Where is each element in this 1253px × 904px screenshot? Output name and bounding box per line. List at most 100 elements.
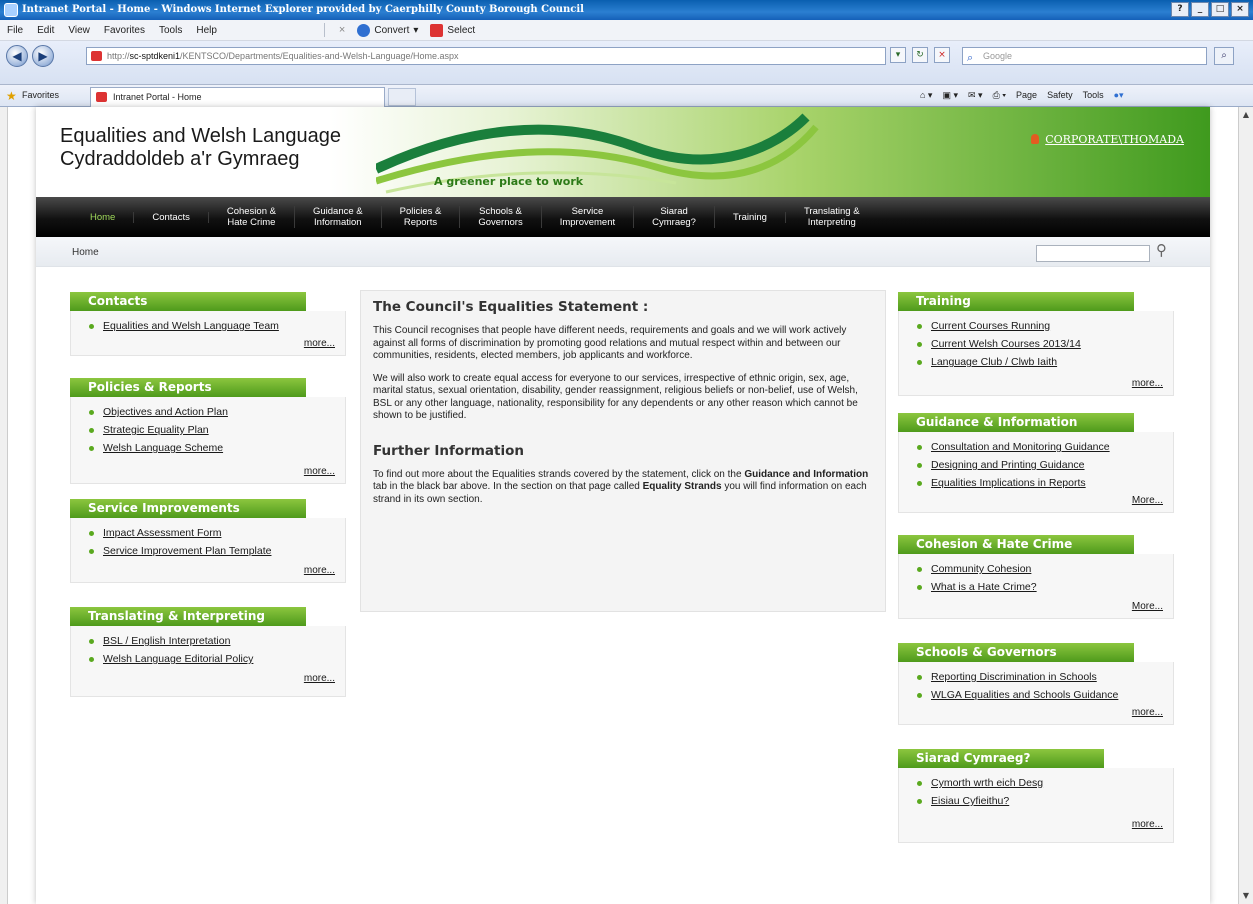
command-safety[interactable]: Safety bbox=[1047, 90, 1073, 101]
link[interactable]: Community Cohesion bbox=[931, 563, 1031, 575]
nav-policies-reports[interactable]: Policies & Reports bbox=[382, 206, 461, 228]
menu-favorites[interactable]: Favorites bbox=[97, 25, 152, 36]
nav-training[interactable]: Training bbox=[715, 211, 786, 223]
scroll-up-icon[interactable]: ▲ bbox=[1241, 110, 1251, 120]
link[interactable]: Objectives and Action Plan bbox=[103, 406, 228, 418]
more-link[interactable]: more... bbox=[89, 466, 335, 477]
refresh-icon[interactable]: ↻ bbox=[912, 47, 928, 63]
home-icon[interactable]: ⌂ ▾ bbox=[920, 90, 932, 101]
list-item[interactable]: Reporting Discrimination in Schools bbox=[917, 671, 1163, 683]
search-input[interactable]: ⌕ Google bbox=[962, 47, 1207, 65]
search-icon[interactable]: ⚲ bbox=[1156, 241, 1167, 259]
convert-button[interactable]: Convert ▾ bbox=[351, 23, 424, 37]
menu-help[interactable]: Help bbox=[189, 25, 224, 36]
list-item[interactable]: Current Welsh Courses 2013/14 bbox=[917, 338, 1163, 350]
menu-edit[interactable]: Edit bbox=[30, 25, 61, 36]
nav-home[interactable]: Home bbox=[72, 211, 135, 223]
link[interactable]: Welsh Language Editorial Policy bbox=[103, 653, 253, 665]
link[interactable]: Welsh Language Scheme bbox=[103, 442, 223, 454]
link[interactable]: Consultation and Monitoring Guidance bbox=[931, 441, 1110, 453]
close-toolbar-icon[interactable]: × bbox=[333, 24, 351, 36]
link[interactable]: Equalities and Welsh Language Team bbox=[103, 320, 279, 332]
list-item[interactable]: BSL / English Interpretation bbox=[89, 635, 335, 647]
vertical-scrollbar[interactable]: ▲ ▼ bbox=[1238, 107, 1253, 904]
command-tools[interactable]: Tools bbox=[1083, 90, 1104, 101]
link[interactable]: Current Courses Running bbox=[931, 320, 1050, 332]
maximize-icon[interactable]: □ bbox=[1211, 2, 1229, 17]
more-link[interactable]: more... bbox=[917, 707, 1163, 718]
new-tab-button[interactable] bbox=[388, 88, 416, 106]
link[interactable]: Designing and Printing Guidance bbox=[931, 459, 1085, 471]
more-link[interactable]: More... bbox=[917, 495, 1163, 506]
scroll-down-icon[interactable]: ▼ bbox=[1241, 891, 1251, 901]
help-circle-icon[interactable]: ●▾ bbox=[1114, 90, 1124, 101]
more-link[interactable]: more... bbox=[89, 338, 335, 349]
dropdown-icon[interactable]: ▾ bbox=[890, 47, 906, 63]
link[interactable]: Service Improvement Plan Template bbox=[103, 545, 271, 557]
list-item[interactable]: Cymorth wrth eich Desg bbox=[917, 777, 1163, 789]
nav-service-improvement[interactable]: Service Improvement bbox=[542, 206, 635, 228]
more-link[interactable]: more... bbox=[917, 819, 1163, 830]
link[interactable]: BSL / English Interpretation bbox=[103, 635, 230, 647]
list-item[interactable]: Current Courses Running bbox=[917, 320, 1163, 332]
nav-siarad-cymraeg[interactable]: Siarad Cymraeg? bbox=[634, 206, 715, 228]
link[interactable]: Current Welsh Courses 2013/14 bbox=[931, 338, 1081, 350]
list-item[interactable]: Designing and Printing Guidance bbox=[917, 459, 1163, 471]
list-item[interactable]: Language Club / Clwb Iaith bbox=[917, 356, 1163, 368]
link[interactable]: What is a Hate Crime? bbox=[931, 581, 1037, 593]
nav-guidance-information[interactable]: Guidance & Information bbox=[295, 206, 382, 228]
link[interactable]: Reporting Discrimination in Schools bbox=[931, 671, 1097, 683]
more-link[interactable]: more... bbox=[89, 565, 335, 576]
link[interactable]: WLGA Equalities and Schools Guidance bbox=[931, 689, 1118, 701]
more-link[interactable]: more... bbox=[89, 673, 335, 684]
list-item[interactable]: Equalities Implications in Reports bbox=[917, 477, 1163, 489]
forward-button[interactable]: ▶ bbox=[32, 45, 54, 67]
link[interactable]: Language Club / Clwb Iaith bbox=[931, 356, 1057, 368]
nav-schools-governors[interactable]: Schools & Governors bbox=[460, 206, 542, 228]
list-item[interactable]: What is a Hate Crime? bbox=[917, 581, 1163, 593]
command-page[interactable]: Page bbox=[1016, 90, 1037, 101]
favorites-star-icon[interactable]: ★ bbox=[6, 89, 17, 103]
mail-icon[interactable]: ✉ ▾ bbox=[968, 90, 983, 101]
feeds-icon[interactable]: ▣ ▾ bbox=[942, 90, 958, 101]
address-input[interactable]: http://sc-sptdkeni1/KENTSCO/Departments/… bbox=[86, 47, 886, 65]
link[interactable]: Impact Assessment Form bbox=[103, 527, 221, 539]
favorites-bar: ★ Favorites Intranet Portal - Home ⌂ ▾ ▣… bbox=[0, 85, 1253, 107]
link[interactable]: Strategic Equality Plan bbox=[103, 424, 209, 436]
help-icon[interactable]: ? bbox=[1171, 2, 1189, 17]
list-item[interactable]: Objectives and Action Plan bbox=[89, 406, 335, 418]
more-link[interactable]: more... bbox=[917, 378, 1163, 389]
search-button[interactable]: ⌕ bbox=[1214, 47, 1234, 65]
nav-translating-interpreting[interactable]: Translating & Interpreting bbox=[786, 206, 878, 228]
list-item[interactable]: WLGA Equalities and Schools Guidance bbox=[917, 689, 1163, 701]
more-link[interactable]: More... bbox=[917, 601, 1163, 612]
menu-view[interactable]: View bbox=[61, 25, 97, 36]
list-item[interactable]: Community Cohesion bbox=[917, 563, 1163, 575]
stop-icon[interactable]: × bbox=[934, 47, 950, 63]
link[interactable]: Equalities Implications in Reports bbox=[931, 477, 1086, 489]
nav-cohesion-hate-crime[interactable]: Cohesion & Hate Crime bbox=[209, 206, 295, 228]
list-item[interactable]: Welsh Language Editorial Policy bbox=[89, 653, 335, 665]
close-icon[interactable]: × bbox=[1231, 2, 1249, 17]
breadcrumb[interactable]: Home bbox=[72, 247, 99, 258]
favorites-label[interactable]: Favorites bbox=[22, 90, 59, 100]
user-menu-link[interactable]: CORPORATE\THOMADA bbox=[1031, 133, 1184, 146]
nav-contacts[interactable]: Contacts bbox=[134, 211, 209, 223]
list-item[interactable]: Consultation and Monitoring Guidance bbox=[917, 441, 1163, 453]
list-item[interactable]: Welsh Language Scheme bbox=[89, 442, 335, 454]
select-button[interactable]: Select bbox=[424, 23, 481, 37]
print-icon[interactable]: ⎙ ▾ bbox=[993, 90, 1006, 101]
list-item[interactable]: Eisiau Cyfieithu? bbox=[917, 795, 1163, 807]
list-item[interactable]: Service Improvement Plan Template bbox=[89, 545, 335, 557]
link[interactable]: Cymorth wrth eich Desg bbox=[931, 777, 1043, 789]
site-search-input[interactable] bbox=[1036, 245, 1150, 262]
back-button[interactable]: ◀ bbox=[6, 45, 28, 67]
list-item[interactable]: Equalities and Welsh Language Team bbox=[89, 320, 335, 332]
browser-tab[interactable]: Intranet Portal - Home bbox=[90, 87, 385, 107]
list-item[interactable]: Strategic Equality Plan bbox=[89, 424, 335, 436]
list-item[interactable]: Impact Assessment Form bbox=[89, 527, 335, 539]
menu-file[interactable]: File bbox=[0, 25, 30, 36]
minimize-icon[interactable]: _ bbox=[1191, 2, 1209, 17]
menu-tools[interactable]: Tools bbox=[152, 25, 189, 36]
link[interactable]: Eisiau Cyfieithu? bbox=[931, 795, 1009, 807]
